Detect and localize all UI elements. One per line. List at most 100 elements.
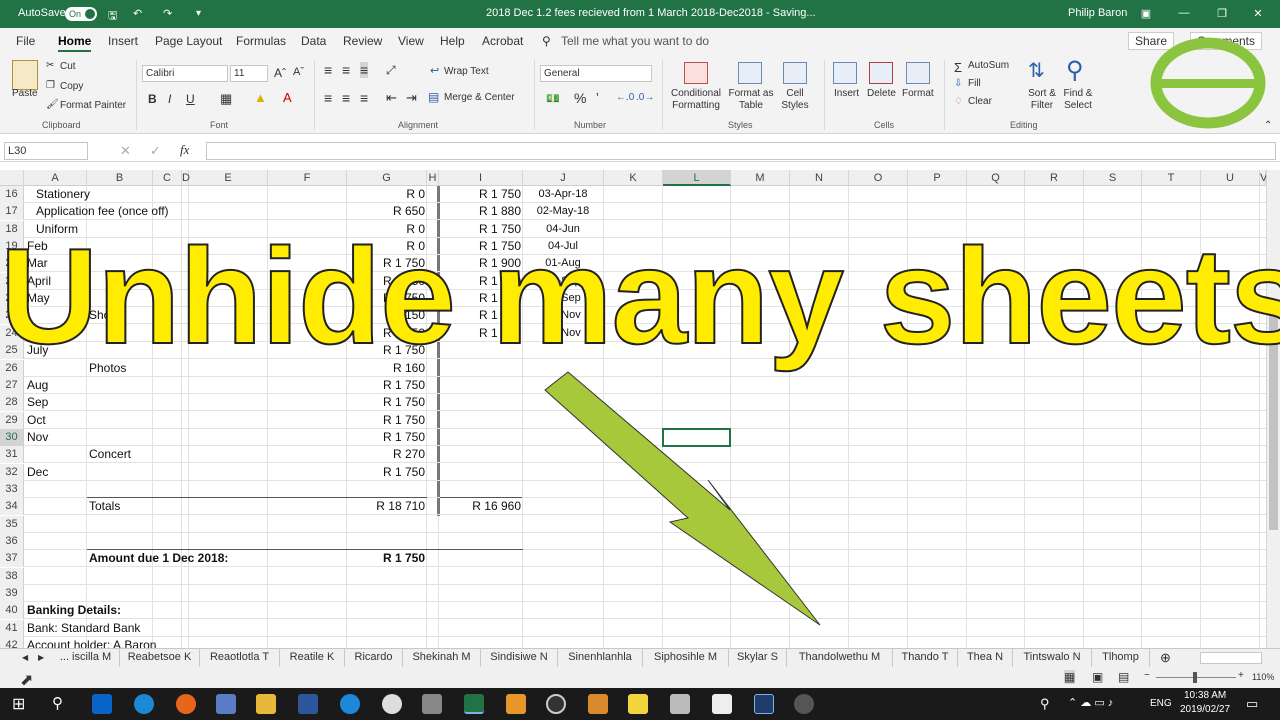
clock-date[interactable]: 2019/02/27: [1180, 704, 1230, 715]
paste-icon[interactable]: [12, 60, 38, 90]
cell[interactable]: May: [27, 290, 327, 307]
horizontal-scrollbar[interactable]: [1200, 652, 1262, 664]
sheet-tab[interactable]: Thea N: [958, 649, 1013, 667]
row-header[interactable]: 20: [0, 255, 24, 273]
cell[interactable]: 03-Apr-18: [523, 186, 603, 203]
row-header[interactable]: 24: [0, 324, 24, 342]
tab-scroll-right-icon[interactable]: ▶: [36, 649, 46, 667]
row-header[interactable]: 21: [0, 272, 24, 290]
italic-button[interactable]: I: [168, 92, 171, 106]
column-header-l[interactable]: L: [663, 170, 731, 186]
row-header[interactable]: 38: [0, 567, 24, 585]
cell[interactable]: Nov: [27, 429, 327, 446]
autosum-icon[interactable]: Σ: [954, 60, 962, 75]
increase-indent-icon[interactable]: ⇥: [406, 90, 417, 106]
format-painter-icon[interactable]: 🖌: [46, 99, 59, 110]
bold-button[interactable]: B: [148, 92, 157, 106]
zoom-level[interactable]: 110%: [1252, 672, 1274, 682]
insert-cells-button[interactable]: Insert: [834, 88, 859, 99]
cell[interactable]: R 1 750: [440, 238, 521, 255]
format-cells-button[interactable]: Format: [902, 88, 934, 99]
decrease-indent-icon[interactable]: ⇤: [386, 90, 397, 106]
row-header[interactable]: 36: [0, 533, 24, 550]
tab-scroll-left-icon[interactable]: ◀: [20, 649, 30, 667]
cell[interactable]: Oct: [27, 412, 327, 429]
tell-me-box[interactable]: Tell me what you want to do: [561, 34, 709, 48]
language-indicator[interactable]: ENG: [1150, 698, 1172, 709]
sheet-tab[interactable]: ... iscilla M: [52, 649, 120, 667]
ribbon-display-icon[interactable]: ▣: [1136, 7, 1156, 20]
comma-icon[interactable]: ’: [596, 90, 599, 105]
row-header[interactable]: 41: [0, 619, 24, 637]
column-header-o[interactable]: O: [849, 170, 908, 186]
excel-icon[interactable]: [464, 694, 484, 714]
save-icon[interactable]: 🖫: [108, 7, 117, 26]
cell[interactable]: 05-Nov: [523, 307, 603, 324]
page-break-view-icon[interactable]: ▤: [1118, 670, 1129, 684]
font-color-icon[interactable]: A: [283, 90, 292, 105]
people-icon[interactable]: ⚲: [1040, 696, 1050, 712]
tab-review[interactable]: Review: [343, 34, 382, 48]
cell[interactable]: R 0: [347, 238, 425, 255]
chrome-icon[interactable]: [382, 694, 402, 714]
cell[interactable]: R 150: [347, 307, 425, 324]
file-explorer-icon[interactable]: [256, 694, 276, 714]
column-header-t[interactable]: T: [1142, 170, 1201, 186]
tab-home[interactable]: Home: [58, 34, 92, 52]
tray-icons[interactable]: ⌃ ☁ ▭ ♪: [1068, 696, 1113, 709]
select-all-corner[interactable]: [0, 170, 24, 186]
word-icon[interactable]: [298, 694, 318, 714]
app-icon[interactable]: [546, 694, 566, 714]
notifications-icon[interactable]: ▭: [1246, 696, 1258, 712]
customize-qat-icon[interactable]: ▾: [196, 8, 201, 19]
cell[interactable]: 01-Aug: [523, 255, 603, 272]
wrap-text-button[interactable]: Wrap Text: [444, 66, 489, 77]
cell[interactable]: R 1 750: [440, 273, 521, 290]
row-header[interactable]: 16: [0, 186, 24, 203]
sheet-tab[interactable]: Reatile K: [280, 649, 345, 667]
cell-styles-icon[interactable]: [783, 62, 807, 84]
cell[interactable]: 28-Sep: [523, 290, 603, 307]
cell[interactable]: Banking Details:: [27, 602, 327, 619]
tab-insert[interactable]: Insert: [108, 34, 138, 48]
row-header[interactable]: 40: [0, 602, 24, 620]
clear-icon[interactable]: ♢: [954, 96, 963, 107]
column-header-r[interactable]: R: [1025, 170, 1084, 186]
cell[interactable]: R 1 750: [347, 377, 425, 394]
cell[interactable]: R 1 750: [347, 342, 425, 359]
row-header[interactable]: 22: [0, 290, 24, 308]
copy-button[interactable]: Copy: [60, 81, 83, 92]
row-header[interactable]: 35: [0, 515, 24, 533]
cell[interactable]: R 0: [347, 186, 425, 203]
column-header-a[interactable]: A: [24, 170, 87, 186]
row-header[interactable]: 27: [0, 376, 24, 394]
cell[interactable]: Dec: [27, 464, 327, 481]
cell[interactable]: R 0: [347, 221, 425, 238]
grow-font-icon[interactable]: Aˆ: [274, 66, 286, 80]
sort-filter-icon[interactable]: ⇅: [1028, 58, 1045, 83]
cell[interactable]: R 1 750: [347, 255, 425, 272]
tab-view[interactable]: View: [398, 34, 424, 48]
cell[interactable]: Mar: [27, 255, 327, 272]
cell[interactable]: R 160: [347, 360, 425, 377]
cell[interactable]: R 1 750: [440, 221, 521, 238]
font-size-box[interactable]: 11: [230, 65, 268, 82]
cell[interactable]: 04-Jul: [523, 238, 603, 255]
app-icon[interactable]: [670, 694, 690, 714]
shrink-font-icon[interactable]: Aˇ: [293, 66, 304, 78]
app-icon[interactable]: [588, 694, 608, 714]
column-header-b[interactable]: B: [87, 170, 153, 186]
redo-icon[interactable]: ↷: [163, 7, 172, 20]
decrease-decimal-icon[interactable]: .0→: [636, 92, 654, 103]
close-icon[interactable]: ✕: [1248, 7, 1268, 20]
restore-icon[interactable]: ❐: [1212, 7, 1232, 20]
column-header-i[interactable]: I: [439, 170, 523, 186]
cell[interactable]: July: [27, 342, 327, 359]
cell[interactable]: R 1 750: [347, 429, 425, 446]
align-top-icon[interactable]: ≡: [324, 62, 332, 78]
column-header-n[interactable]: N: [790, 170, 849, 186]
cell[interactable]: Stationery: [36, 186, 336, 203]
column-header-m[interactable]: M: [731, 170, 790, 186]
zoom-thumb[interactable]: [1193, 672, 1197, 683]
app-icon[interactable]: [506, 694, 526, 714]
